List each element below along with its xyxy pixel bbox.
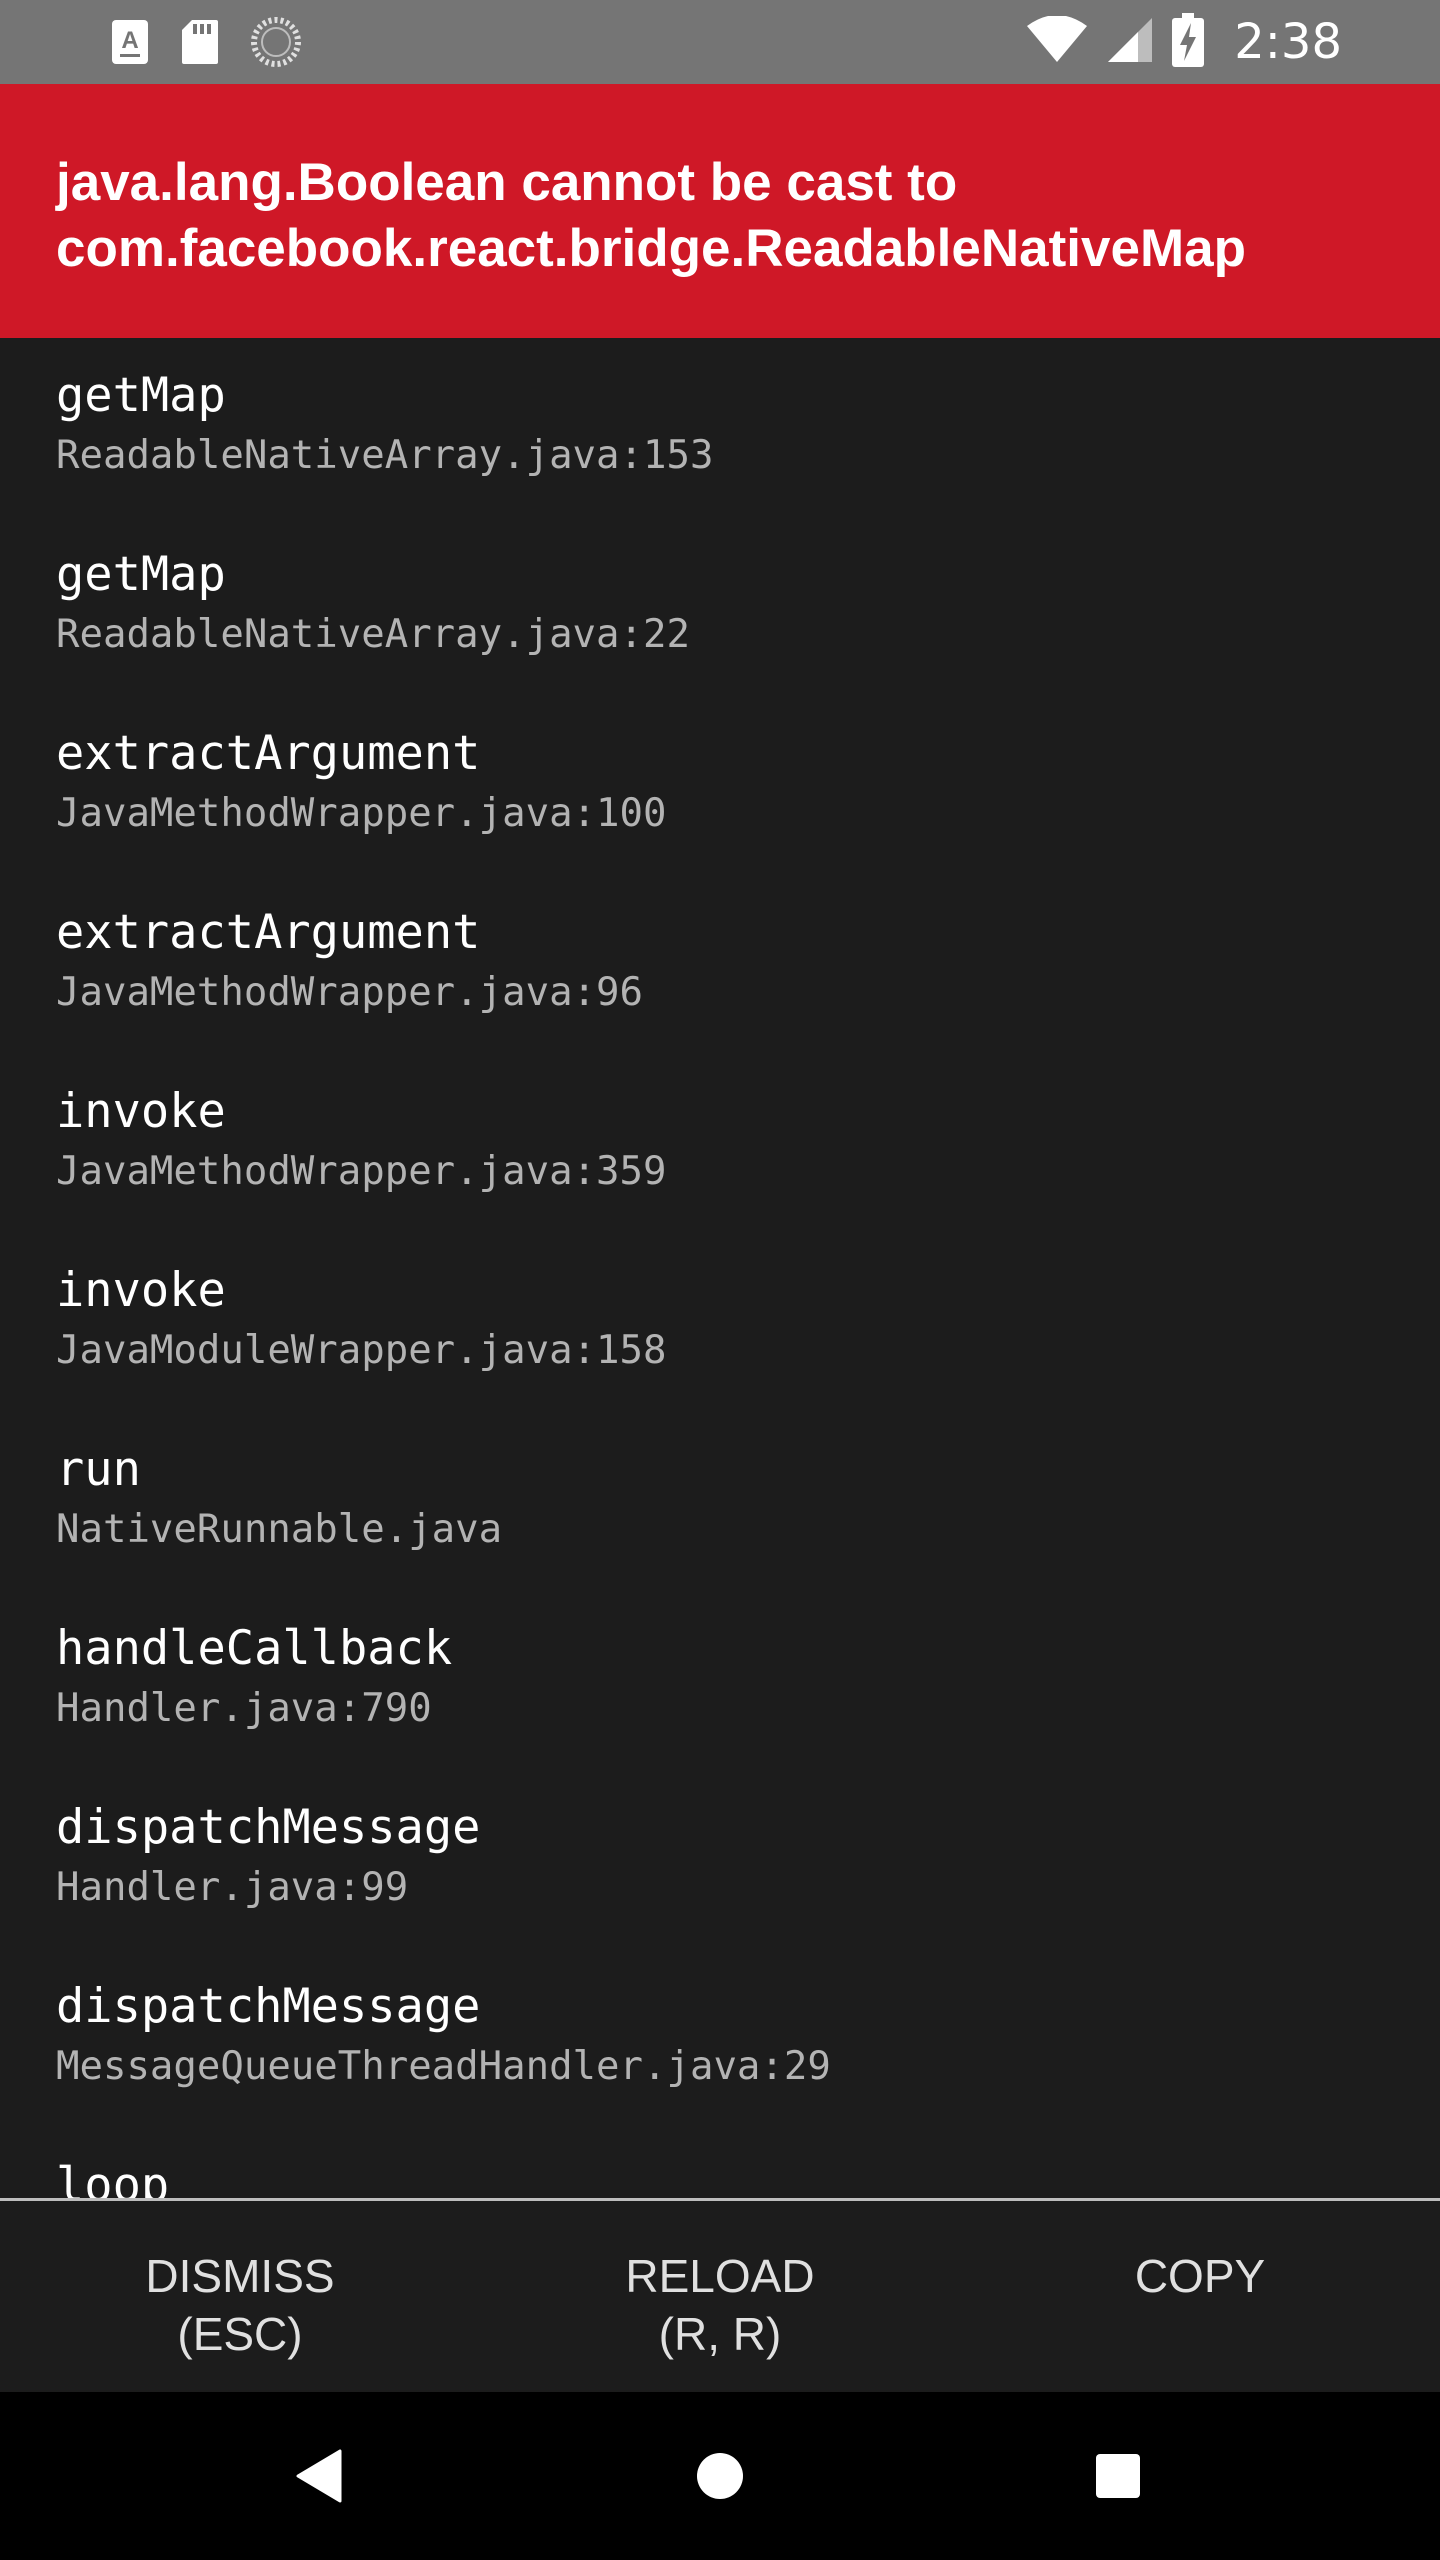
system-status-icons: 2:38 — [1026, 0, 1342, 84]
sync-spinner-icon — [250, 16, 302, 72]
back-icon[interactable] — [280, 2436, 360, 2516]
frame-method: extractArgument — [56, 726, 481, 781]
stack-frame[interactable]: dispatchMessage MessageQueueThreadHandle… — [56, 1949, 1386, 2128]
frame-location: JavaMethodWrapper.java:100 — [56, 791, 667, 836]
frame-method: dispatchMessage — [56, 1800, 481, 1855]
navigation-bar — [0, 2392, 1440, 2560]
stack-frame[interactable]: extractArgument JavaMethodWrapper.java:9… — [56, 875, 1386, 1054]
stack-frame[interactable]: getMap ReadableNativeArray.java:22 — [56, 517, 1386, 696]
frame-location: Handler.java:790 — [56, 1686, 432, 1731]
error-message: java.lang.Boolean cannot be cast to com.… — [56, 153, 1246, 278]
status-time: 2:38 — [1234, 14, 1342, 70]
frame-method: dispatchMessage — [56, 1979, 481, 2034]
svg-text:A: A — [121, 27, 138, 54]
frame-location: JavaMethodWrapper.java:96 — [56, 970, 643, 1015]
frame-method: getMap — [56, 368, 226, 423]
stack-frame[interactable]: dispatchMessage Handler.java:99 — [56, 1770, 1386, 1949]
frame-location: ReadableNativeArray.java:22 — [56, 612, 690, 657]
frame-method: invoke — [56, 1263, 226, 1318]
frame-location: ReadableNativeArray.java:153 — [56, 433, 714, 478]
battery-charging-icon — [1172, 13, 1205, 71]
status-bar: A 2:38 — [0, 0, 1440, 84]
stack-frame[interactable]: getMap ReadableNativeArray.java:153 — [56, 338, 1386, 517]
frame-location: Handler.java:99 — [56, 1865, 409, 1910]
frame-location: MessageQueueThreadHandler.java:29 — [56, 2044, 831, 2089]
frame-location: JavaMethodWrapper.java:359 — [56, 1149, 667, 1194]
frame-method: handleCallback — [56, 1621, 453, 1676]
home-icon[interactable] — [680, 2436, 760, 2516]
sd-card-icon — [180, 18, 220, 70]
stack-frame[interactable]: invoke JavaModuleWrapper.java:158 — [56, 1233, 1386, 1412]
stack-frame[interactable]: invoke JavaMethodWrapper.java:359 — [56, 1054, 1386, 1233]
stack-frame[interactable]: extractArgument JavaMethodWrapper.java:1… — [56, 696, 1386, 875]
frame-method: extractArgument — [56, 905, 481, 960]
frame-method: run — [56, 1442, 141, 1497]
dismiss-button[interactable]: DISMISS (ESC) — [0, 2201, 480, 2392]
redbox-error-screen: A 2:38 java.lang.Boolean cannot be cast … — [0, 0, 1440, 2560]
cell-signal-icon — [1106, 16, 1154, 68]
wifi-icon — [1026, 15, 1088, 68]
redbox-action-bar: DISMISS (ESC) RELOAD (R, R) COPY — [0, 2198, 1440, 2392]
frame-method: invoke — [56, 1084, 226, 1139]
copy-button[interactable]: COPY — [960, 2201, 1440, 2392]
frame-method: loop — [56, 2158, 170, 2198]
frame-method: getMap — [56, 547, 226, 602]
text-a-notification-icon: A — [110, 18, 150, 70]
frame-location: NativeRunnable.java — [56, 1507, 503, 1552]
notification-icons: A — [110, 16, 302, 72]
stack-frame[interactable]: handleCallback Handler.java:790 — [56, 1591, 1386, 1770]
stack-frame[interactable]: loop — [56, 2128, 1386, 2198]
stack-trace-list[interactable]: getMap ReadableNativeArray.java:153 getM… — [0, 338, 1440, 2198]
stack-frame[interactable]: run NativeRunnable.java — [56, 1412, 1386, 1591]
error-header: java.lang.Boolean cannot be cast to com.… — [0, 84, 1440, 338]
reload-button[interactable]: RELOAD (R, R) — [480, 2201, 960, 2392]
frame-location: JavaModuleWrapper.java:158 — [56, 1328, 667, 1373]
recents-icon[interactable] — [1078, 2436, 1158, 2516]
